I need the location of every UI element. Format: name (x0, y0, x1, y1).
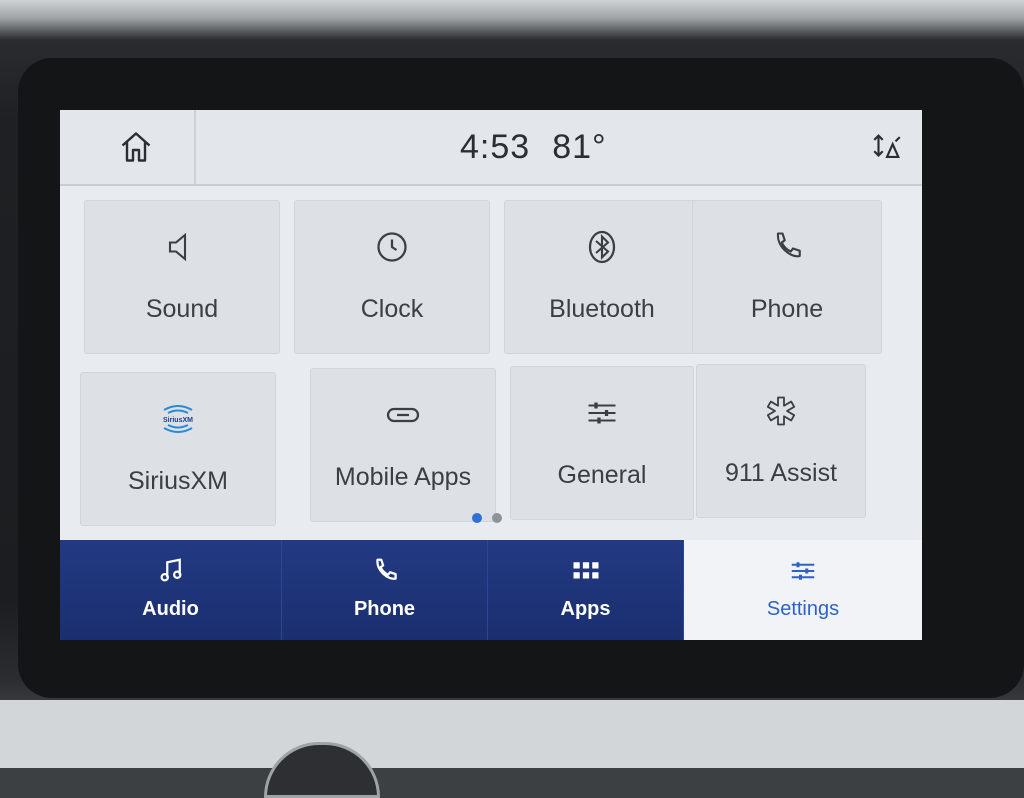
bottom-navigation-bar: Audio Phone Apps Settings (60, 540, 922, 640)
home-button[interactable] (78, 110, 196, 184)
sliders-icon (588, 402, 616, 424)
tile-label: Bluetooth (549, 295, 655, 323)
tile-sound[interactable]: Sound (84, 200, 280, 354)
phone-icon (375, 558, 397, 580)
clock-time: 4:53 (460, 128, 531, 166)
tile-label: SiriusXM (127, 467, 228, 495)
page-dot-active (472, 513, 482, 523)
nav-phone[interactable]: Phone (282, 540, 488, 640)
asterisk-icon (766, 396, 796, 426)
apps-grid-icon (573, 562, 598, 579)
navigation-arrows-icon (873, 134, 901, 158)
tile-general[interactable]: General (510, 366, 694, 520)
status-bar: 4:53 81° (60, 110, 922, 186)
tile-label: Clock (360, 295, 424, 323)
siriusxm-logo-icon: SiriusXM (163, 405, 193, 433)
outside-temperature: 81° (552, 128, 607, 166)
nav-audio[interactable]: Audio (60, 540, 282, 640)
nav-apps[interactable]: Apps (488, 540, 684, 640)
tile-mobile-apps[interactable]: Mobile Apps (310, 368, 496, 522)
page-dot-inactive[interactable] (492, 513, 502, 523)
phone-icon (776, 232, 801, 258)
link-icon (386, 407, 420, 423)
infotainment-screen: 4:53 81° Sound Clock Bluetooth Phone Sir… (60, 110, 922, 640)
home-icon (121, 132, 151, 162)
svg-text:SiriusXM: SiriusXM (163, 417, 193, 424)
nav-label: Settings (766, 598, 840, 620)
settings-sliders-icon (791, 562, 815, 580)
tile-siriusxm[interactable]: SiriusXM SiriusXM (80, 372, 276, 526)
bluetooth-icon (588, 230, 616, 264)
settings-tile-grid: Sound Clock Bluetooth Phone SiriusXM Sir… (80, 200, 904, 526)
nav-label: Apps (560, 598, 611, 620)
clock-icon (377, 232, 407, 262)
nav-label: Audio (142, 598, 199, 620)
tile-label: Phone (750, 295, 824, 323)
tile-label: Sound (145, 295, 219, 323)
nav-settings[interactable]: Settings (684, 540, 922, 640)
tile-label: 911 Assist (724, 459, 838, 487)
music-note-icon (160, 558, 181, 582)
tile-label: General (557, 461, 647, 489)
navigation-button[interactable] (870, 130, 904, 164)
page-indicator (472, 510, 512, 523)
tile-bluetooth[interactable]: Bluetooth (504, 200, 700, 354)
tile-clock[interactable]: Clock (294, 200, 490, 354)
dashboard-console (0, 700, 1024, 768)
speaker-icon (168, 232, 187, 262)
tile-label: Mobile Apps (334, 463, 472, 491)
tile-phone[interactable]: Phone (692, 200, 882, 354)
tile-911-assist[interactable]: 911 Assist (696, 364, 866, 518)
status-readout: 4:53 81° (460, 128, 629, 167)
nav-label: Phone (353, 598, 416, 620)
